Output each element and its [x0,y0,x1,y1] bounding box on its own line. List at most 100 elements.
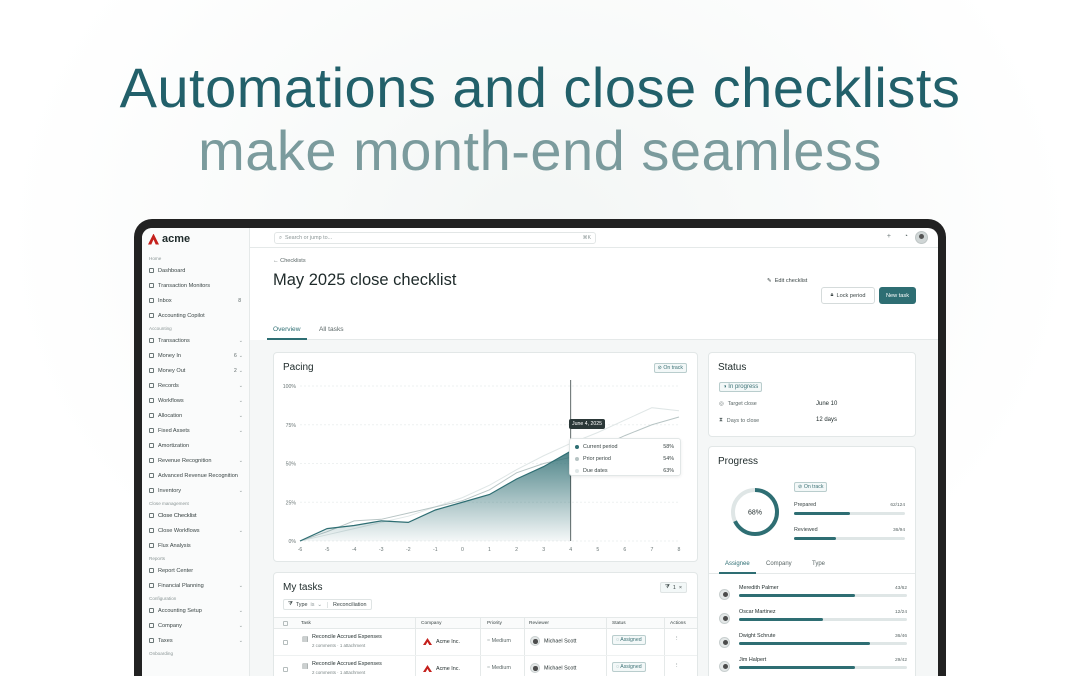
x-tick-label: 2 [515,547,518,553]
tooltip-row-due: Due dates 63% [575,466,674,475]
tooltip-value: 58% [663,443,674,450]
sidebar-item-label: Report Center [158,567,194,574]
status-card: Status ◑ In progress ◎ Target close June… [708,352,916,437]
sidebar-item-advanced-revenue-recognition[interactable]: Advanced Revenue Recognition [142,468,250,483]
filter-value: Reconciliation [326,601,367,608]
tab-type[interactable]: Type [812,561,825,567]
sidebar-item-flux-analysis[interactable]: Flux Analysis [142,538,250,553]
sidebar-item-workflows[interactable]: Workflows ⌄ [142,393,250,408]
x-tick-label: 6 [623,547,626,553]
tab-assignee[interactable]: Assignee [725,561,750,567]
table-row[interactable]: ▤ Reconcile Accrued Expenses 2 comments · … [274,629,697,656]
sidebar-item-label: Transaction Monitors [158,282,211,289]
acme-logo-icon [423,638,432,645]
assignee-row[interactable]: Jim Halpert 29/42 [719,657,907,676]
assignee-progress-fill [739,594,855,597]
avatar [719,589,730,600]
sidebar-item-allocation[interactable]: Allocation ⌄ [142,408,250,423]
inventory-icon [149,488,154,493]
type-filter-chip[interactable]: ⧩ Type is ⌄ Reconciliation [283,599,372,610]
sidebar-item-label: Allocation [158,412,183,419]
target-close-value: June 10 [816,401,838,407]
assignee-name: Dwight Schrute [739,633,776,639]
tooltip-row-prior: Prior period 54% [575,454,674,463]
row-checkbox[interactable] [283,640,288,645]
breadcrumb[interactable]: ← Checklists [273,258,306,264]
sparkle-icon [149,313,154,318]
sidebar-item-inventory[interactable]: Inventory ⌄ [142,483,250,498]
sidebar-item-label: Company [158,622,182,629]
sidebar-item-records[interactable]: Records ⌄ [142,378,250,393]
column-status[interactable]: Status [612,621,626,626]
chevron-down-icon: ⌄ [238,427,243,434]
column-company[interactable]: Company [421,621,442,626]
tab-overview[interactable]: Overview [273,326,300,333]
sidebar-item-close-checklist[interactable]: Close Checklist [142,508,250,523]
close-icon[interactable]: × [679,585,682,591]
laptop-frame: acme Home Dashboard Transaction Monitors In… [134,219,946,676]
sidebar-item-report-center[interactable]: Report Center [142,563,250,578]
edit-checklist-button[interactable]: ✎ Edit checklist [767,278,807,284]
sidebar-item-label: Records [158,382,179,389]
row-checkbox[interactable] [283,667,288,672]
sidebar-item-revenue-recognition[interactable]: Revenue Recognition ⌄ [142,453,250,468]
assignee-row[interactable]: Dwight Schrute 36/46 [719,633,907,655]
help-icon[interactable]: ◔ [904,233,908,240]
sidebar-item-transactions[interactable]: Transactions ⌄ [142,333,250,348]
priority-icon: = [487,638,491,644]
table-row[interactable]: ▤ Reconcile Accrued Expenses 2 comments · … [274,656,697,676]
inbox-icon [149,298,154,303]
task-name[interactable]: Reconcile Accrued Expenses [312,661,382,667]
sidebar-item-fixed-assets[interactable]: Fixed Assets ⌄ [142,423,250,438]
add-icon[interactable]: + [887,233,891,240]
prepared-progress-fill [794,512,850,515]
sidebar-item-label: Amortization [158,442,190,449]
sidebar-item-amortization[interactable]: Amortization [142,438,250,453]
user-avatar[interactable] [915,231,928,244]
assignee-count: 43/62 [894,586,907,591]
tab-all-tasks[interactable]: All tasks [319,326,344,333]
task-name[interactable]: Reconcile Accrued Expenses [312,634,382,640]
overview-panel: Pacing ⊘ On track 0% 25% 50% 75% 100% -6 -5 -4-… [250,340,938,676]
brand-logo[interactable]: acme [148,232,190,246]
sidebar-item-label: Dashboard [158,267,186,274]
acme-logo-icon [423,665,432,672]
column-reviewer[interactable]: Reviewer [529,621,549,626]
prepared-label: Prepared [794,502,817,508]
lock-period-button[interactable]: 🔒︎ Lock period [821,287,875,304]
y-tick-label: 0% [289,539,297,545]
filter-field: Type [295,601,308,608]
new-task-button[interactable]: New task [879,287,916,304]
chevron-down-icon: ⌄ [238,637,243,644]
priority-cell: = Medium [487,638,511,644]
search-input[interactable]: ⌕ Search or jump to... ⌘K [274,232,596,244]
sidebar-item-accounting-copilot[interactable]: Accounting Copilot [142,308,250,323]
filter-count-chip[interactable]: ⧩ 1 × [660,582,687,593]
tab-company[interactable]: Company [766,561,792,567]
select-all-checkbox[interactable] [283,621,288,626]
target-icon: ◎ [719,401,724,407]
sidebar-item-close-workflows[interactable]: Close Workflows ⌄ [142,523,250,538]
sidebar-item-financial-planning[interactable]: Financial Planning ⌄ [142,578,250,593]
page-tabs: Overview All tasks [267,318,938,340]
filter-icon: ⧩ [665,584,670,590]
sidebar-item-accounting-setup[interactable]: Accounting Setup ⌄ [142,603,250,618]
sidebar-item-money-out[interactable]: Money Out 2 ⌄ [142,363,250,378]
more-actions-icon[interactable]: ⋮ [674,663,679,669]
reviewer-cell: Michael Scott [530,663,576,673]
sidebar-item-company[interactable]: Company ⌄ [142,618,250,633]
active-progress-tab-indicator [719,572,756,574]
my-tasks-card: My tasks ⧩ 1 × ⧩ Type is ⌄ Reconciliatio… [273,572,698,676]
more-actions-icon[interactable]: ⋮ [674,636,679,642]
checklist-icon [149,513,154,518]
sidebar-item-taxes[interactable]: Taxes ⌄ [142,633,250,648]
sidebar-item-transaction-monitors[interactable]: Transaction Monitors [142,278,250,293]
sidebar-item-inbox[interactable]: Inbox 8 [142,293,250,308]
sidebar-item-money-in[interactable]: Money In 6 ⌄ [142,348,250,363]
chart-tooltip: Current period 58% Prior period 54% Due … [569,438,681,476]
assignee-row[interactable]: Oscar Martinez 12/24 [719,609,907,631]
column-priority[interactable]: Priority [487,621,502,626]
sidebar-item-dashboard[interactable]: Dashboard [142,263,250,278]
column-task[interactable]: Task [301,621,311,626]
assignee-row[interactable]: Meredith Palmer 43/62 [719,585,907,607]
